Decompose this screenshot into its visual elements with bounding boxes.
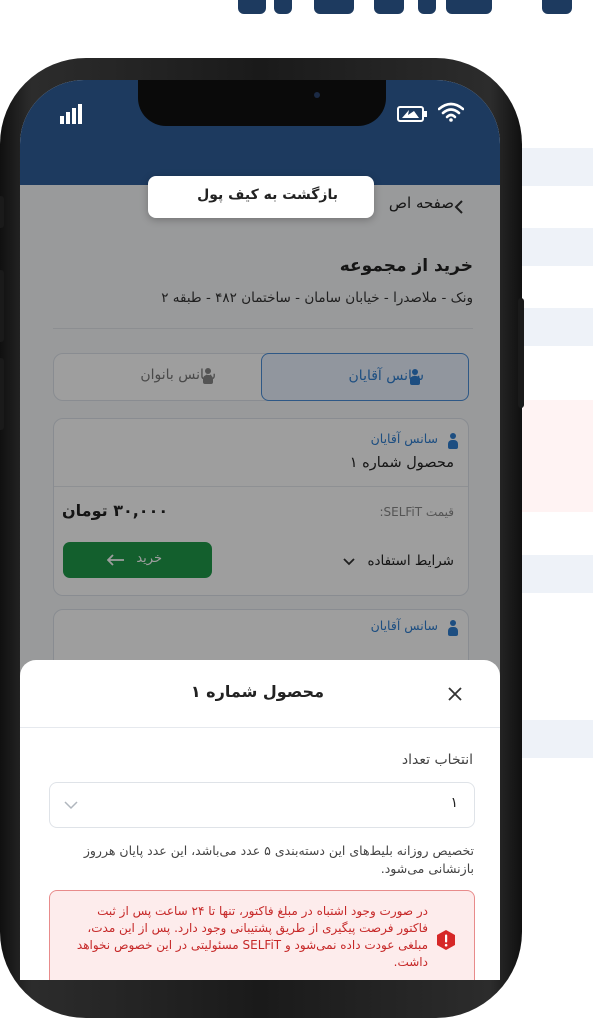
product-sheet: محصول شماره ۱ انتخاب تعداد ۱ تخصیص روزان… bbox=[20, 660, 500, 980]
wifi-icon bbox=[438, 102, 464, 122]
alert-text: در صورت وجود اشتباه در مبلغ فاکتور، تنها… bbox=[76, 904, 428, 969]
close-icon[interactable] bbox=[447, 686, 463, 702]
chevron-down-icon bbox=[64, 801, 78, 810]
alert-icon bbox=[437, 930, 455, 950]
quantity-note: تخصیص روزانه بلیط‌های این دسته‌بندی ۵ عد… bbox=[83, 843, 474, 876]
signal-bars-icon bbox=[60, 104, 82, 124]
divider bbox=[20, 727, 500, 728]
status-bar bbox=[20, 80, 500, 185]
notch bbox=[138, 80, 386, 126]
quantity-select[interactable]: ۱ bbox=[49, 782, 475, 828]
sheet-title: محصول شماره ۱ bbox=[190, 682, 324, 701]
battery-icon bbox=[397, 106, 427, 122]
back-to-wallet-button[interactable]: بازگشت به کیف پول bbox=[148, 176, 374, 218]
quantity-label: انتخاب تعداد bbox=[401, 752, 473, 768]
quantity-value: ۱ bbox=[450, 795, 458, 811]
header-remnant bbox=[0, 0, 593, 14]
back-to-wallet-label: بازگشت به کیف پول bbox=[197, 187, 338, 203]
warning-alert: در صورت وجود اشتباه در مبلغ فاکتور، تنها… bbox=[49, 890, 475, 980]
